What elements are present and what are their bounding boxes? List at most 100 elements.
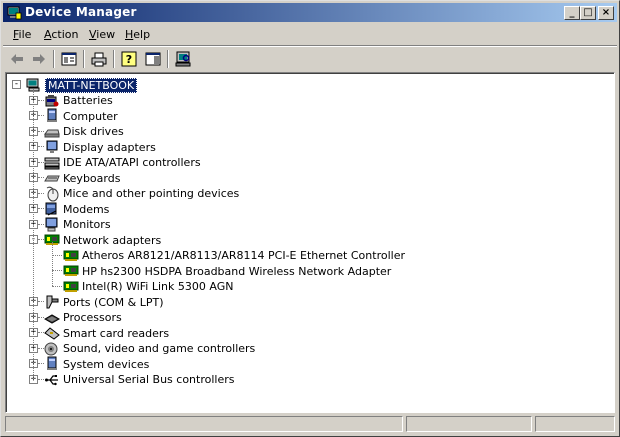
toolbar-separator — [83, 50, 85, 68]
window-title: Device Manager — [25, 5, 137, 19]
action-pane-icon[interactable] — [143, 49, 163, 69]
toolbar-separator — [53, 50, 55, 68]
tree-root[interactable]: - MATT-NETBOOK — [10, 77, 138, 93]
collapse-toggle[interactable]: - — [12, 80, 21, 89]
mouse-icon — [46, 186, 59, 201]
tree-connector — [52, 285, 62, 287]
tree-item[interactable]: + Processors — [28, 310, 122, 326]
maximize-button[interactable]: □ — [580, 6, 596, 20]
tree-child-item[interactable]: Intel(R) WiFi Link 5300 AGN — [63, 279, 233, 295]
tree-child-item[interactable]: HP hs2300 HSDPA Broadband Wireless Netwo… — [63, 263, 391, 279]
scan-hardware-icon[interactable] — [173, 49, 193, 69]
tree-icon-wrap — [44, 294, 60, 310]
keyboard-icon — [44, 175, 60, 182]
tree-icon-wrap — [63, 279, 79, 295]
tree-item-label[interactable]: Mice and other pointing devices — [63, 187, 239, 200]
tree-connector — [38, 223, 44, 225]
tree-item[interactable]: + Mice and other pointing devices — [28, 186, 239, 202]
help-icon[interactable]: ? — [119, 49, 139, 69]
tree-item[interactable]: + Display adapters — [28, 139, 156, 155]
tree-icon-wrap — [44, 124, 60, 140]
toolbar-separator — [167, 50, 169, 68]
tree-item[interactable]: + Computer — [28, 108, 118, 124]
tree-item[interactable]: + Smart card readers — [28, 325, 169, 341]
tree-icon-wrap — [44, 325, 60, 341]
menu-view[interactable]: View — [89, 28, 115, 41]
tree-item[interactable]: + Sound, video and game controllers — [28, 341, 255, 357]
tree-item[interactable]: + Batteries — [28, 93, 113, 109]
battery-icon — [45, 94, 59, 106]
device-tree[interactable]: - MATT-NETBOOK + Batteries + Computer + Disk dr… — [5, 72, 615, 413]
tree-child-label[interactable]: Atheros AR8121/AR8113/AR8114 PCI-E Ether… — [82, 249, 405, 262]
tree-connector — [38, 316, 44, 318]
status-bar — [3, 415, 617, 433]
tree-connector — [52, 254, 62, 256]
tree-item-label[interactable]: Keyboards — [63, 172, 120, 185]
tree-connector — [33, 88, 34, 379]
tree-connector — [38, 347, 44, 349]
menu-file[interactable]: File — [13, 28, 31, 41]
tree-item-label[interactable]: Processors — [63, 311, 122, 324]
tree-item-label[interactable]: System devices — [63, 358, 149, 371]
device-manager-window: Device Manager _ □ × File Action View He… — [0, 0, 620, 437]
tree-root-label[interactable]: MATT-NETBOOK — [45, 77, 138, 93]
tree-icon-wrap — [63, 248, 79, 264]
monitor-icon — [45, 217, 58, 231]
tree-item-label[interactable]: Ports (COM & LPT) — [63, 296, 164, 309]
print-icon[interactable] — [89, 49, 109, 69]
tree-icon-wrap — [44, 356, 60, 372]
tree-connector — [38, 301, 44, 302]
tree-connector — [38, 130, 44, 132]
usb-icon — [45, 374, 58, 385]
tree-item-label[interactable]: Monitors — [63, 218, 111, 231]
tree-item-label[interactable]: Sound, video and game controllers — [63, 342, 255, 355]
title-bar[interactable]: Device Manager _ □ × — [3, 3, 617, 22]
ide-controller-icon — [44, 157, 60, 169]
tree-connector — [38, 146, 44, 147]
tree-icon-wrap — [63, 263, 79, 279]
tree-item-label[interactable]: Disk drives — [63, 125, 124, 138]
tree-connector — [38, 332, 44, 333]
forward-icon[interactable] — [29, 49, 49, 69]
tree-item[interactable]: + Keyboards — [28, 170, 120, 186]
menu-help[interactable]: Help — [125, 28, 150, 41]
tree-item-label[interactable]: Batteries — [63, 94, 113, 107]
tree-item[interactable]: + Universal Serial Bus controllers — [28, 372, 234, 388]
menu-action[interactable]: Action — [44, 28, 78, 41]
toolbar: ? — [3, 47, 617, 71]
tree-item[interactable]: + Modems — [28, 201, 109, 217]
tree-item-label[interactable]: Computer — [63, 110, 118, 123]
root-icon-wrap — [26, 77, 42, 93]
tree-item-label[interactable]: Smart card readers — [63, 327, 169, 340]
tree-connector — [38, 192, 44, 194]
tree-child-item[interactable]: Atheros AR8121/AR8113/AR8114 PCI-E Ether… — [63, 248, 405, 264]
tree-connector — [38, 363, 44, 364]
tree-connector — [52, 241, 53, 286]
status-panel-2 — [406, 416, 532, 432]
properties-view-icon[interactable] — [59, 49, 79, 69]
tree-item[interactable]: + System devices — [28, 356, 149, 372]
tree-icon-wrap — [44, 93, 60, 109]
close-button[interactable]: × — [598, 6, 614, 20]
tree-child-label[interactable]: HP hs2300 HSDPA Broadband Wireless Netwo… — [82, 265, 391, 278]
tree-item-label[interactable]: Universal Serial Bus controllers — [63, 373, 234, 386]
tree-connector — [38, 239, 44, 240]
svg-text:?: ? — [126, 53, 132, 66]
tree-item-label[interactable]: Modems — [63, 203, 109, 216]
device-manager-icon — [7, 6, 22, 20]
minimize-button[interactable]: _ — [564, 6, 580, 20]
tree-item-label[interactable]: IDE ATA/ATAPI controllers — [63, 156, 201, 169]
back-icon[interactable] — [7, 49, 27, 69]
tree-item-label[interactable]: Display adapters — [63, 141, 156, 154]
status-panel-main — [5, 416, 403, 432]
tree-item[interactable]: + IDE ATA/ATAPI controllers — [28, 155, 201, 171]
tree-item[interactable]: + Monitors — [28, 217, 111, 233]
tree-child-label[interactable]: Intel(R) WiFi Link 5300 AGN — [82, 280, 233, 293]
sound-icon — [44, 342, 58, 355]
tree-item[interactable]: - Network adapters — [28, 232, 161, 248]
tree-connector — [38, 161, 44, 163]
smart-card-icon — [44, 327, 60, 340]
tree-item-label[interactable]: Network adapters — [63, 234, 161, 247]
tree-item[interactable]: + Disk drives — [28, 124, 124, 140]
tree-item[interactable]: + Ports (COM & LPT) — [28, 294, 164, 310]
